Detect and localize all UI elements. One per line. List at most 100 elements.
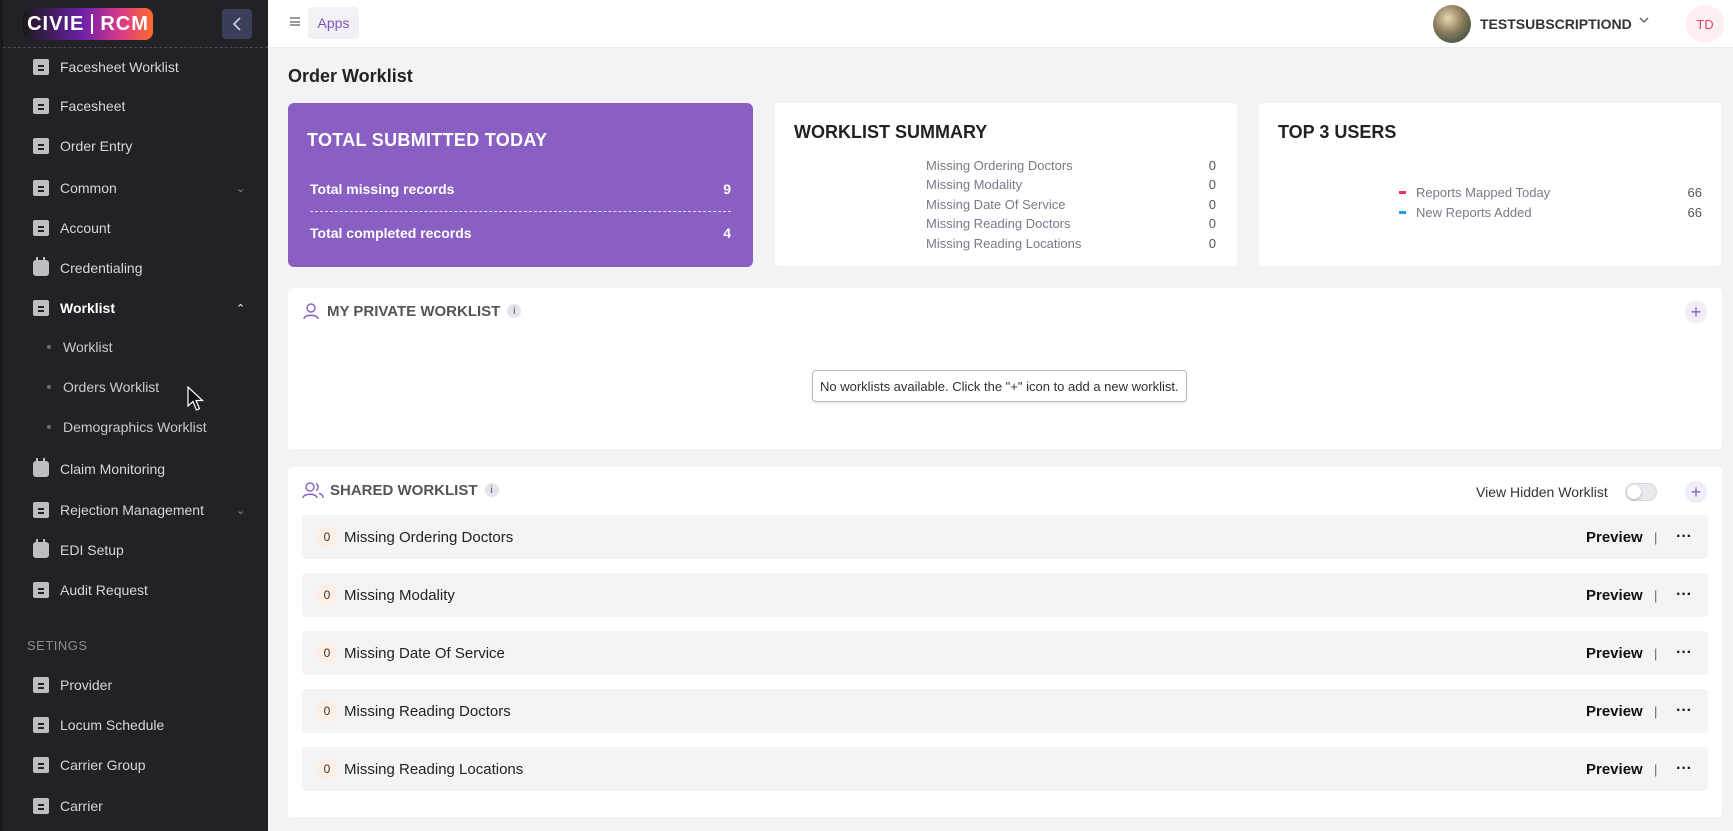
summary-row: Missing Reading Locations 0 (926, 236, 1216, 251)
sidebar-item-label: Account (60, 220, 111, 236)
sidebar-subitem-demographics-worklist[interactable]: Demographics Worklist (3, 411, 268, 443)
document-icon (33, 220, 49, 236)
more-options-icon[interactable]: ··· (1676, 760, 1692, 778)
section-header: MY PRIVATE WORKLIST i (302, 302, 522, 320)
sidebar-item-carrier-group[interactable]: Carrier Group (3, 747, 268, 783)
document-icon (33, 138, 49, 154)
apps-button[interactable]: Apps (308, 7, 359, 39)
divider (310, 211, 731, 212)
logo-divider (91, 14, 94, 34)
document-icon (33, 677, 49, 693)
preview-button[interactable]: Preview (1586, 703, 1643, 720)
sidebar-subitem-orders-worklist[interactable]: Orders Worklist (3, 371, 268, 403)
count-badge: 0 (316, 584, 338, 606)
sidebar-item-claim-monitoring[interactable]: Claim Monitoring (3, 451, 268, 487)
summary-value: 0 (1208, 236, 1216, 251)
worklist-name[interactable]: Missing Modality (344, 587, 455, 604)
total-submitted-card: TOTAL SUBMITTED TODAY Total missing reco… (288, 103, 753, 267)
more-options-icon[interactable]: ··· (1676, 528, 1692, 546)
sidebar-item-label: Carrier Group (60, 757, 146, 773)
sidebar-item-account[interactable]: Account (3, 210, 268, 246)
legend-item: New Reports Added 66 (1399, 205, 1702, 220)
legend-label: Reports Mapped Today (1416, 185, 1551, 200)
sidebar-item-label: Carrier (60, 798, 103, 814)
worklist-name[interactable]: Missing Ordering Doctors (344, 529, 513, 546)
sidebar-item-facesheet[interactable]: Facesheet (3, 88, 268, 124)
summary-row: Missing Modality 0 (926, 177, 1216, 192)
worklist-row[interactable]: 0 Missing Ordering Doctors Preview | ··· (302, 515, 1708, 559)
sidebar-subitem-label: Worklist (63, 339, 113, 355)
worklist-summary-card: WORKLIST SUMMARY Missing Ordering Doctor… (775, 103, 1237, 266)
add-private-worklist-button[interactable]: + (1685, 301, 1707, 323)
chevron-left-icon (232, 17, 241, 31)
sidebar-item-locum-schedule[interactable]: Locum Schedule (3, 707, 268, 743)
total-completed-row: Total completed records 4 (310, 225, 731, 241)
sidebar-item-rejection-management[interactable]: Rejection Management ⌄ (3, 492, 268, 528)
bullet-icon (47, 425, 51, 429)
worklist-row[interactable]: 0 Missing Reading Doctors Preview | ··· (302, 689, 1708, 733)
worklist-name[interactable]: Missing Reading Locations (344, 761, 523, 778)
more-options-icon[interactable]: ··· (1676, 702, 1692, 720)
page-title: Order Worklist (288, 66, 413, 86)
view-hidden-worklist-toggle[interactable] (1625, 483, 1657, 501)
document-icon (33, 798, 49, 814)
sidebar-item-label: Common (60, 180, 117, 196)
sidebar-item-carrier[interactable]: Carrier (3, 788, 268, 824)
card-title: TOTAL SUBMITTED TODAY (307, 130, 548, 150)
add-shared-worklist-button[interactable]: + (1685, 481, 1707, 503)
summary-row: Missing Reading Doctors 0 (926, 216, 1216, 231)
sidebar-item-worklist[interactable]: Worklist ⌃ (3, 290, 268, 326)
menu-icon[interactable] (290, 17, 300, 26)
more-options-icon[interactable]: ··· (1676, 586, 1692, 604)
sidebar-item-order-entry[interactable]: Order Entry (3, 128, 268, 164)
summary-label: Missing Reading Locations (926, 236, 1082, 251)
user-initials-badge[interactable]: TD (1686, 5, 1724, 43)
sidebar-item-audit-request[interactable]: Audit Request (3, 572, 268, 608)
sidebar-subitem-worklist[interactable]: Worklist (3, 331, 268, 363)
preview-button[interactable]: Preview (1586, 761, 1643, 778)
mouse-cursor-icon (187, 386, 205, 411)
calendar-icon (33, 458, 49, 477)
worklist-name[interactable]: Missing Reading Doctors (344, 703, 511, 720)
info-icon[interactable]: i (507, 304, 522, 318)
worklist-row[interactable]: 0 Missing Reading Locations Preview | ··… (302, 747, 1708, 791)
worklist-row[interactable]: 0 Missing Modality Preview | ··· (302, 573, 1708, 617)
total-missing-label: Total missing records (310, 181, 455, 197)
sidebar-header: CIVIE RCM (3, 0, 268, 48)
info-icon[interactable]: i (484, 483, 499, 497)
count-badge: 0 (316, 758, 338, 780)
collapse-sidebar-button[interactable] (222, 9, 252, 39)
legend-item: Reports Mapped Today 66 (1399, 185, 1702, 200)
sidebar-item-credentialing[interactable]: Credentialing (3, 250, 268, 286)
sidebar-item-facesheet-worklist[interactable]: Facesheet Worklist (3, 49, 268, 85)
calendar-icon (33, 539, 49, 558)
users-icon (302, 482, 324, 499)
preview-button[interactable]: Preview (1586, 529, 1643, 546)
separator: | (1654, 587, 1658, 603)
user-name[interactable]: TESTSUBSCRIPTIOND (1480, 16, 1632, 32)
document-icon (33, 717, 49, 733)
sidebar-item-common[interactable]: Common ⌄ (3, 170, 268, 206)
worklist-row[interactable]: 0 Missing Date Of Service Preview | ··· (302, 631, 1708, 675)
summary-value: 0 (1208, 216, 1216, 231)
more-options-icon[interactable]: ··· (1676, 644, 1692, 662)
chevron-down-icon: ⌄ (236, 182, 246, 195)
preview-button[interactable]: Preview (1586, 587, 1643, 604)
sidebar-subitem-label: Orders Worklist (63, 379, 160, 395)
chevron-down-icon[interactable] (1638, 14, 1650, 29)
separator: | (1654, 645, 1658, 661)
sidebar-item-label: Facesheet Worklist (60, 59, 179, 75)
avatar[interactable] (1433, 5, 1471, 43)
preview-button[interactable]: Preview (1586, 645, 1643, 662)
sidebar-item-label: Facesheet (60, 98, 126, 114)
summary-label: Missing Modality (926, 177, 1023, 192)
document-icon (33, 300, 49, 316)
worklist-name[interactable]: Missing Date Of Service (344, 645, 505, 662)
top-bar: Apps TESTSUBSCRIPTIOND TD (268, 0, 1733, 48)
sidebar-item-provider[interactable]: Provider (3, 667, 268, 703)
summary-row: Missing Date Of Service 0 (926, 197, 1216, 212)
calendar-icon (33, 257, 49, 276)
sidebar-item-edi-setup[interactable]: EDI Setup (3, 532, 268, 568)
sidebar-item-label: Rejection Management (60, 502, 204, 518)
app-logo[interactable]: CIVIE RCM (23, 8, 153, 40)
